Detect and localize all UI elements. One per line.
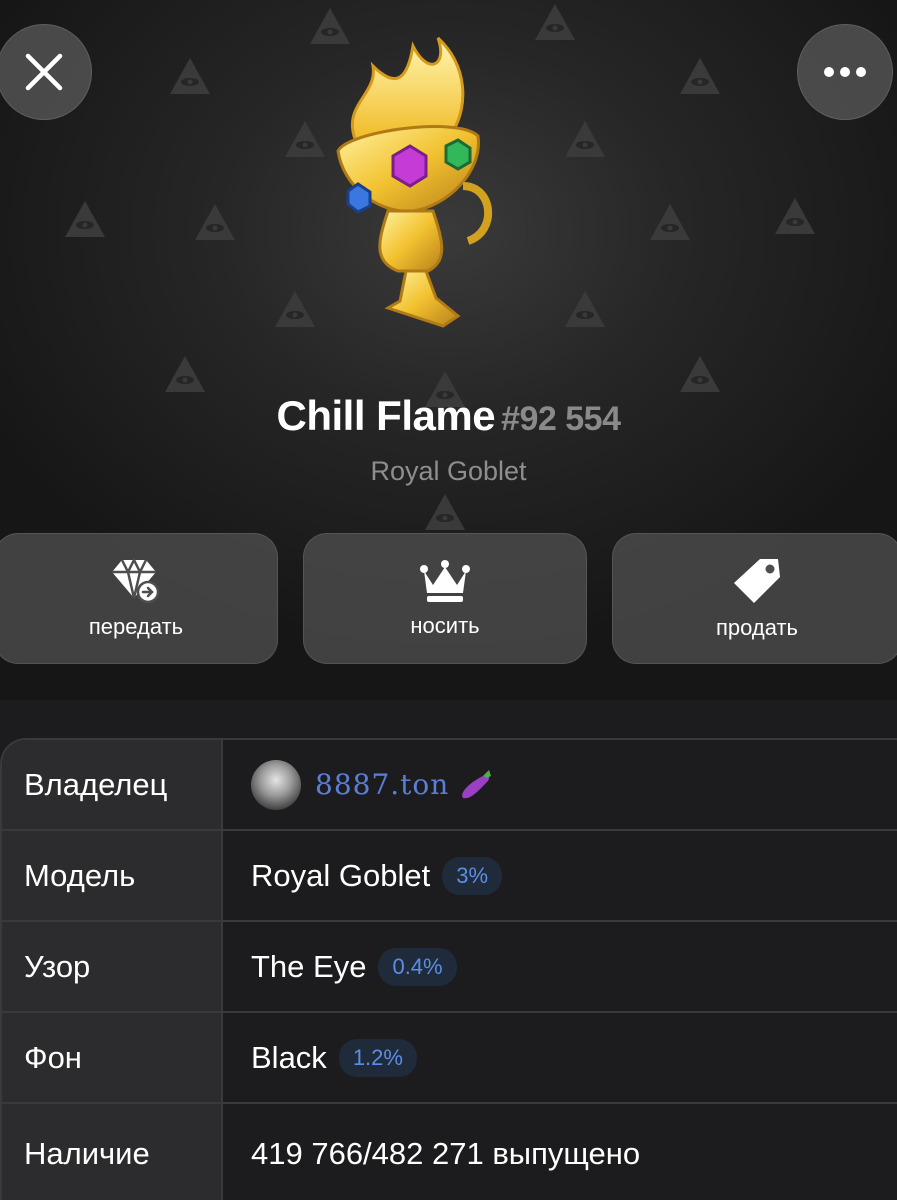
more-button[interactable] <box>797 24 893 120</box>
backdrop-rarity-badge[interactable]: 1.2% <box>338 1038 417 1077</box>
sell-label: продать <box>715 614 799 640</box>
pattern-key: Узор <box>2 922 223 1011</box>
pattern-name: The Eye <box>251 948 367 984</box>
owner-key: Владелец <box>2 740 223 829</box>
diamond-transfer-icon <box>112 557 160 603</box>
model-rarity-badge[interactable]: 3% <box>442 856 503 895</box>
owner-row: Владелец 8887.ton <box>2 740 897 831</box>
eggplant-icon <box>462 769 492 798</box>
transfer-button[interactable]: передать <box>0 533 278 664</box>
model-key: Модель <box>2 831 223 920</box>
gift-details-table: Владелец 8887.ton Модель Royal Goblet 3%… <box>0 738 897 1200</box>
availability-row: Наличие 419 766/482 271 выпущено <box>2 1104 897 1200</box>
backdrop-key: Фон <box>2 1013 223 1102</box>
owner-name[interactable]: 8887.ton <box>315 768 449 801</box>
close-icon <box>25 53 63 91</box>
avatar <box>251 759 301 810</box>
gift-hero: Chill Flame #92 554 Royal Goblet передать… <box>0 0 897 700</box>
crown-icon <box>420 559 470 602</box>
sell-button[interactable]: продать <box>612 533 897 664</box>
royal-goblet-image <box>336 36 493 328</box>
gift-number: #92 554 <box>501 400 621 438</box>
model-row: Модель Royal Goblet 3% <box>2 831 897 922</box>
close-button[interactable] <box>0 24 92 120</box>
gift-collection: Royal Goblet <box>370 456 527 486</box>
pattern-row: Узор The Eye 0.4% <box>2 922 897 1013</box>
backdrop-name: Black <box>251 1039 327 1075</box>
gift-name: Chill Flame <box>276 392 496 439</box>
transfer-label: передать <box>88 613 184 639</box>
backdrop-row: Фон Black 1.2% <box>2 1013 897 1104</box>
pattern-value: The Eye 0.4% <box>223 922 897 1011</box>
availability-key: Наличие <box>2 1104 223 1200</box>
wear-label: носить <box>410 612 480 638</box>
more-dots-icon <box>824 67 866 77</box>
tag-icon <box>734 558 780 603</box>
owner-value[interactable]: 8887.ton <box>223 740 897 829</box>
availability-value: 419 766/482 271 выпущено <box>251 1136 641 1171</box>
model-name: Royal Goblet <box>251 857 431 893</box>
backdrop-value: Black 1.2% <box>223 1013 897 1102</box>
wear-button[interactable]: носить <box>303 533 587 664</box>
pattern-rarity-badge[interactable]: 0.4% <box>378 947 457 986</box>
gift-title: Chill Flame #92 554 <box>0 392 897 440</box>
model-value: Royal Goblet 3% <box>223 831 897 920</box>
